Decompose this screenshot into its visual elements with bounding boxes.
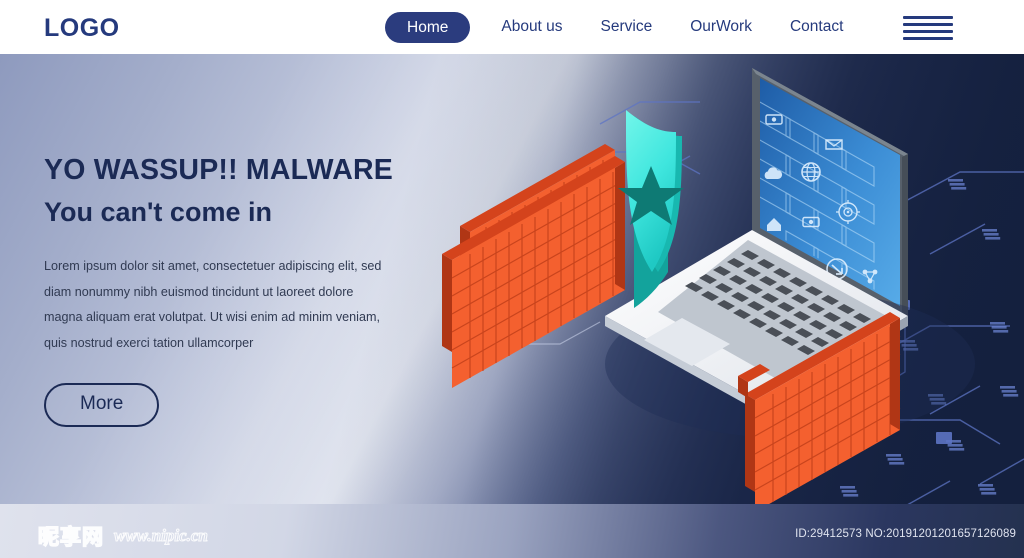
image-id-text: ID:29412573 NO:20191201201657126089	[795, 528, 1016, 540]
more-button[interactable]: More	[44, 383, 160, 428]
site-header: LOGO Home About us Service OurWork Conta…	[0, 0, 1024, 54]
nav-item-service[interactable]: Service	[582, 0, 672, 54]
watermark: 昵享网 www.nipic.cn	[37, 521, 208, 551]
landing-page: LOGO Home About us Service OurWork Conta…	[0, 0, 1024, 558]
brick-wall-back	[442, 144, 626, 388]
main-navigation: Home About us Service OurWork Contact	[385, 0, 862, 54]
hamburger-menu-icon[interactable]	[903, 16, 953, 40]
hero-section: YO WASSUP!! MALWARE You can't come in Lo…	[0, 54, 1024, 558]
hamburger-line	[903, 23, 953, 26]
watermark-url-text: www.nipic.cn	[113, 525, 208, 545]
hamburger-line	[903, 37, 953, 40]
hero-copy: YO WASSUP!! MALWARE You can't come in Lo…	[44, 154, 464, 428]
nav-item-home[interactable]: Home	[385, 11, 471, 43]
page-title: YO WASSUP!! MALWARE	[44, 154, 393, 186]
site-logo[interactable]: LOGO	[44, 14, 120, 43]
watermark-logo-text: 昵享网	[37, 524, 104, 549]
cybersecurity-illustration	[442, 68, 975, 512]
hamburger-line	[903, 16, 953, 19]
hamburger-line	[903, 30, 953, 33]
nav-item-contact[interactable]: Contact	[771, 0, 862, 54]
nav-item-about-us[interactable]: About us	[482, 0, 581, 54]
page-subtitle: You can't come in	[44, 196, 272, 227]
hero-paragraph: Lorem ipsum dolor sit amet, consectetuer…	[44, 258, 382, 351]
nav-item-ourwork[interactable]: OurWork	[671, 0, 771, 54]
